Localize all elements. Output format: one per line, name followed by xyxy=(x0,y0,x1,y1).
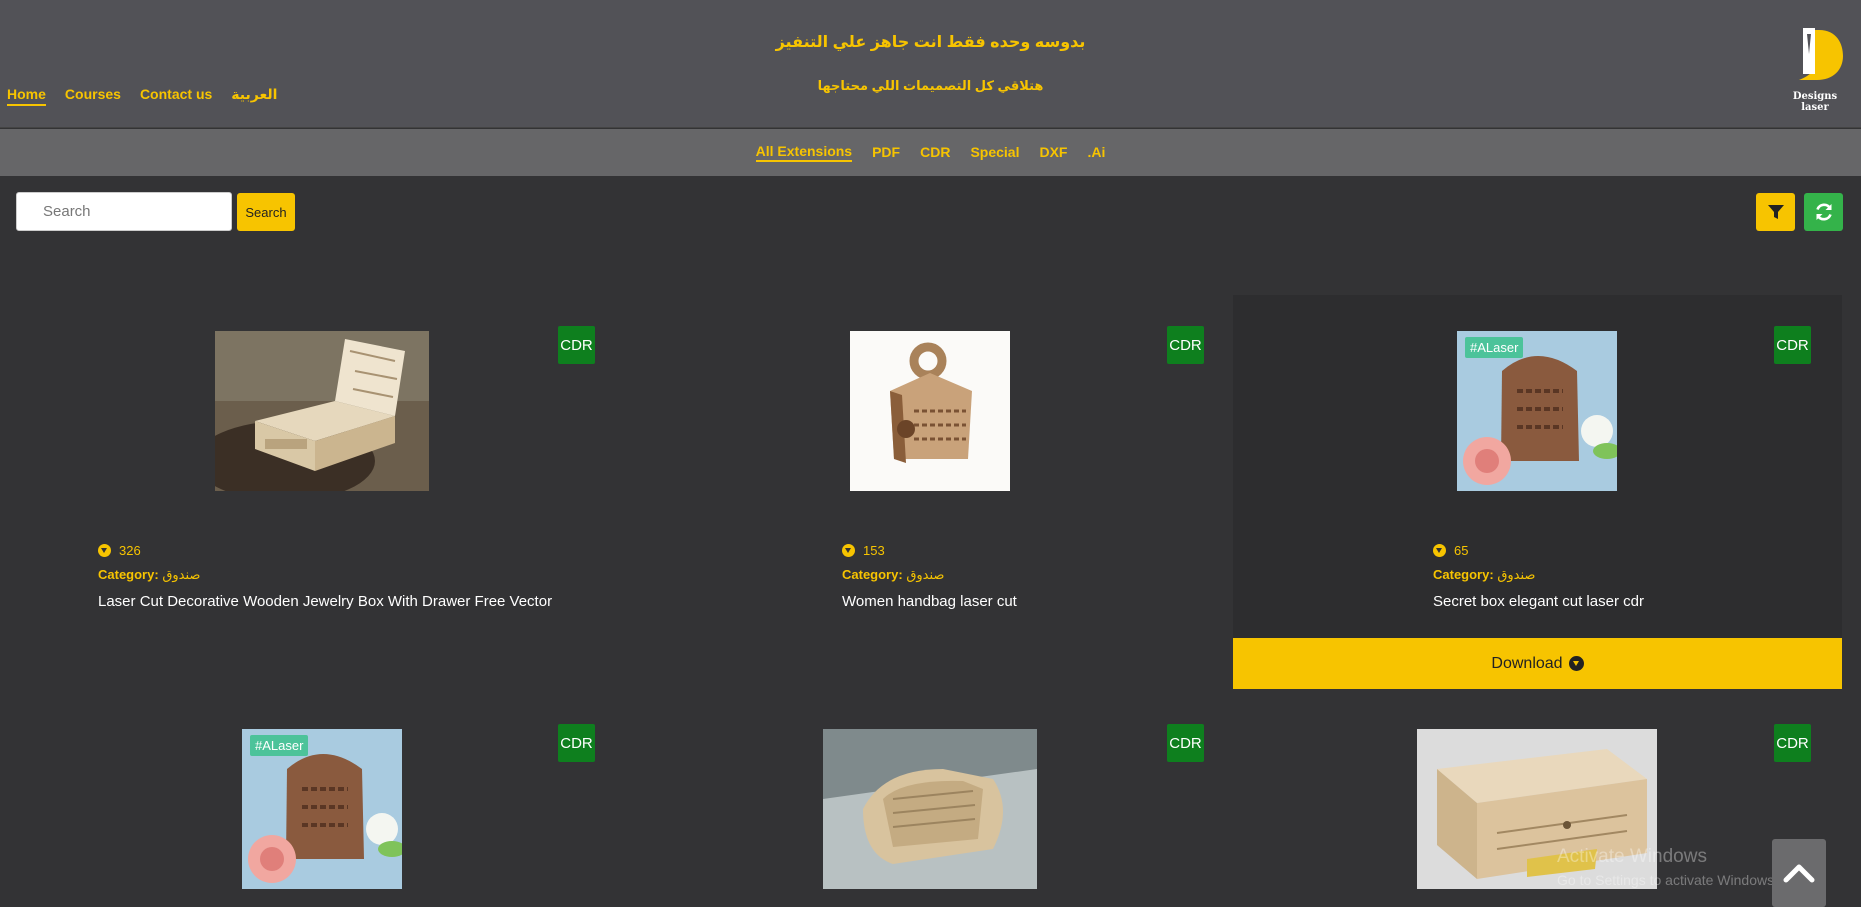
watermark-line1: Activate Windows xyxy=(1557,846,1707,867)
download-count-value: 65 xyxy=(1454,543,1469,558)
extension-badge: CDR xyxy=(1167,326,1204,364)
extension-badge: CDR xyxy=(1774,326,1811,364)
site-header: Home Courses Contact us العربية بدوسه وح… xyxy=(0,0,1861,128)
download-circle-icon xyxy=(1433,544,1446,557)
product-category: Category: صندوق xyxy=(98,567,200,583)
logo-text: Designs laser xyxy=(1792,91,1838,113)
download-count-value: 326 xyxy=(119,543,141,558)
product-category: Category: صندوق xyxy=(842,567,944,583)
image-tag: #ALaser xyxy=(250,735,309,756)
refresh-icon xyxy=(1815,203,1832,221)
category-label: Category: xyxy=(842,567,903,582)
product-image[interactable]: #ALaser xyxy=(242,729,402,889)
product-card[interactable]: CDR 326 Category: صندوق Laser Cut Decora… xyxy=(16,295,622,685)
category-value[interactable]: صندوق xyxy=(906,567,944,582)
download-count: 326 xyxy=(98,543,141,558)
download-count-value: 153 xyxy=(863,543,885,558)
ext-all[interactable]: All Extensions xyxy=(755,143,853,162)
chevron-up-icon xyxy=(1783,864,1815,883)
extension-badge: CDR xyxy=(558,326,595,364)
windows-activation-watermark: Activate Windows Go to Settings to activ… xyxy=(1557,846,1778,888)
ext-pdf[interactable]: PDF xyxy=(872,144,900,161)
product-card[interactable]: #ALaser CDR xyxy=(16,692,622,907)
category-label: Category: xyxy=(98,567,159,582)
download-button-label: Download xyxy=(1491,654,1563,672)
ext-special[interactable]: Special xyxy=(970,144,1019,161)
scroll-to-top-button[interactable] xyxy=(1772,839,1826,907)
product-image[interactable]: #ALaser xyxy=(1457,331,1617,491)
search-button[interactable]: Search xyxy=(237,193,295,231)
site-logo[interactable]: Designs laser xyxy=(1783,24,1847,113)
download-circle-icon xyxy=(1568,656,1584,671)
product-title[interactable]: Secret box elegant cut laser cdr xyxy=(1433,593,1644,610)
category-label: Category: xyxy=(1433,567,1494,582)
header-subtagline: هتلاقي كل التصميمات اللي محتاجها xyxy=(817,78,1044,93)
category-value[interactable]: صندوق xyxy=(162,567,200,582)
header-tagline: بدوسه وحده فقط انت جاهز علي التنفيز xyxy=(775,34,1086,51)
filter-button[interactable] xyxy=(1756,193,1795,231)
extension-badge: CDR xyxy=(1167,724,1204,762)
ext-ai[interactable]: .Ai xyxy=(1087,144,1105,161)
watermark-line2: Go to Settings to activate Windows. xyxy=(1557,872,1778,888)
product-card[interactable]: CDR xyxy=(627,692,1233,907)
ext-cdr[interactable]: CDR xyxy=(920,144,950,161)
extension-filter-bar: All Extensions PDF CDR Special DXF .Ai xyxy=(0,129,1861,176)
product-card[interactable]: #ALaser CDR 65 Category: صندوق Secret bo… xyxy=(1233,295,1842,689)
product-category: Category: صندوق xyxy=(1433,567,1535,583)
filter-icon xyxy=(1767,205,1784,219)
download-count: 65 xyxy=(1433,543,1468,558)
product-image[interactable] xyxy=(850,331,1010,491)
image-tag: #ALaser xyxy=(1465,337,1524,358)
download-circle-icon xyxy=(98,544,111,557)
extension-badge: CDR xyxy=(1774,724,1811,762)
logo-icon xyxy=(1799,28,1843,80)
product-image[interactable] xyxy=(215,331,429,491)
download-count: 153 xyxy=(842,543,885,558)
ext-dxf[interactable]: DXF xyxy=(1039,144,1067,161)
extension-badge: CDR xyxy=(558,724,595,762)
product-image[interactable] xyxy=(823,729,1037,889)
product-title[interactable]: Women handbag laser cut xyxy=(842,593,1017,610)
product-title[interactable]: Laser Cut Decorative Wooden Jewelry Box … xyxy=(98,593,552,610)
search-input[interactable] xyxy=(16,192,232,231)
refresh-button[interactable] xyxy=(1804,193,1843,231)
download-button[interactable]: Download xyxy=(1233,638,1842,689)
category-value[interactable]: صندوق xyxy=(1497,567,1535,582)
download-circle-icon xyxy=(842,544,855,557)
product-card[interactable]: CDR 153 Category: صندوق Women handbag la… xyxy=(627,295,1233,685)
